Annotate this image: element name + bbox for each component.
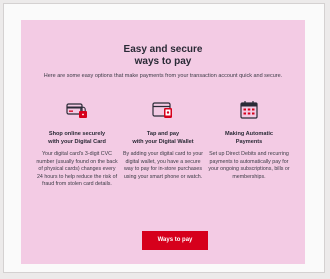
option-title-line-2: with your Digital Card (48, 139, 106, 145)
option-title-line-1: Tap and pay (146, 131, 180, 137)
option-title-line-1: Making Automatic (225, 131, 273, 137)
option-description: Set up Direct Debits and recurring payme… (208, 151, 290, 180)
section-title-line-1: Easy and secure (123, 44, 203, 55)
option-title: Tap and pay with your Digital Wallet (122, 130, 204, 146)
option-title: Shop online securely with your Digital C… (36, 130, 118, 146)
option-description: By adding your digital card to your digi… (122, 151, 204, 180)
option-title-line-2: with your Digital Wallet (132, 139, 194, 145)
option-description: Your digital card's 3-digit CVC number (… (36, 151, 118, 188)
option-title-line-1: Shop online securely (48, 131, 106, 137)
ways-to-pay-button[interactable]: Ways to pay (142, 231, 208, 250)
section-intro: Here are some easy options that make pay… (43, 73, 283, 79)
option-title-line-2: Payments (235, 139, 263, 145)
section-title: Easy and secure ways to pay (21, 44, 305, 68)
option-digital-card: Shop online securely with your Digital C… (36, 100, 118, 189)
ways-to-pay-panel: Easy and secure ways to pay Here are som… (21, 20, 305, 264)
card-lock-icon (66, 100, 88, 120)
section-title-line-2: ways to pay (134, 56, 192, 67)
content-card: Easy and secure ways to pay Here are som… (3, 3, 325, 273)
wallet-phone-icon (152, 100, 174, 120)
option-digital-wallet: Tap and pay with your Digital Wallet By … (122, 100, 204, 181)
calendar-icon (238, 100, 260, 120)
option-title: Making Automatic Payments (208, 130, 290, 146)
option-automatic-payments: Making Automatic Payments Set up Direct … (208, 100, 290, 181)
